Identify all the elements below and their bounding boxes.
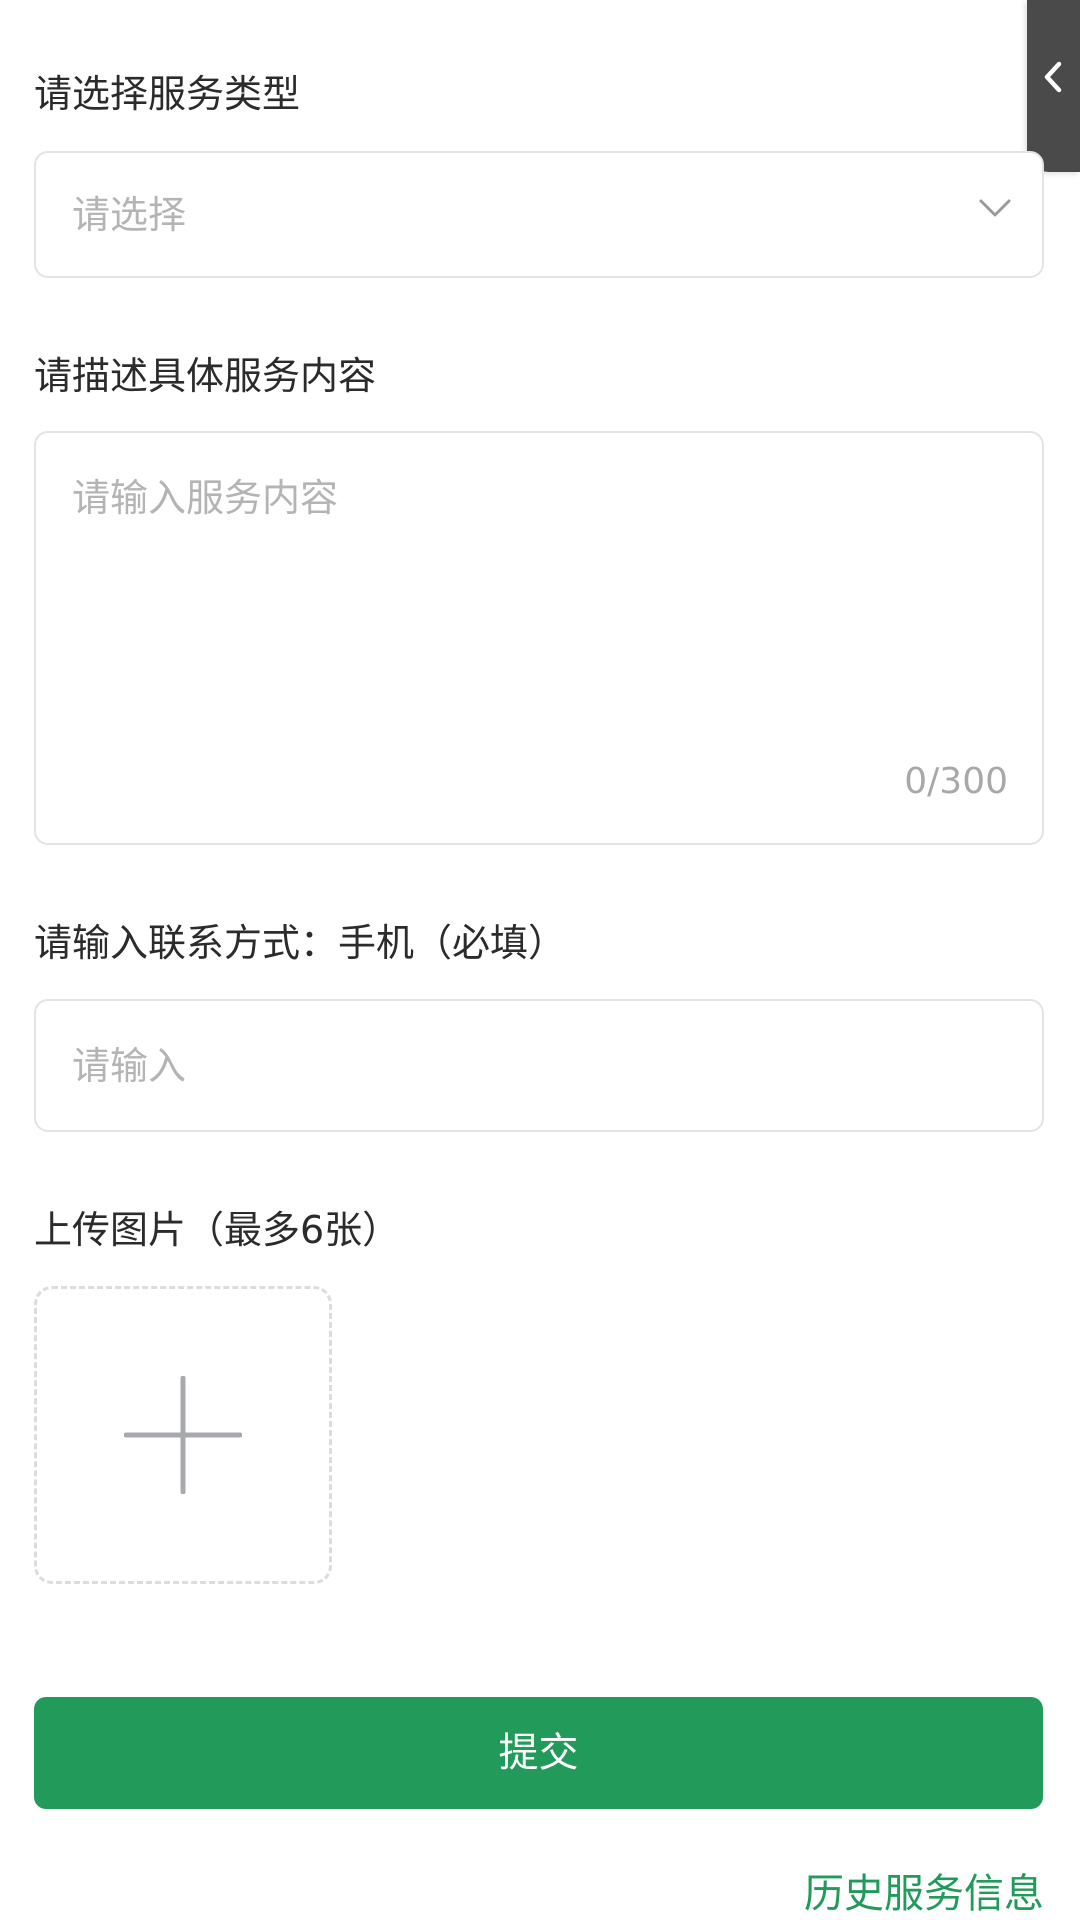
service-type-placeholder: 请选择: [72, 193, 187, 237]
service-type-label: 请选择服务类型: [34, 72, 301, 116]
plus-icon: [124, 1376, 242, 1494]
contact-phone-placeholder: 请输入: [72, 1044, 187, 1088]
side-collapse-tab[interactable]: [1027, 0, 1080, 172]
submit-button[interactable]: 提交: [34, 1697, 1043, 1809]
service-content-textarea[interactable]: 请输入服务内容 0/300: [34, 431, 1044, 845]
service-content-placeholder: 请输入服务内容: [72, 476, 339, 520]
chevron-down-icon: [979, 199, 1011, 217]
character-counter: 0/300: [904, 761, 1008, 802]
chevron-left-icon: [1044, 61, 1062, 93]
upload-image-button[interactable]: [34, 1286, 332, 1584]
service-content-label: 请描述具体服务内容: [34, 354, 377, 398]
contact-label: 请输入联系方式：手机（必填）: [34, 921, 567, 965]
contact-phone-input[interactable]: 请输入: [34, 999, 1044, 1132]
history-service-link[interactable]: 历史服务信息: [804, 1868, 1044, 1920]
upload-label: 上传图片（最多6张）: [34, 1208, 401, 1252]
service-type-select[interactable]: 请选择: [34, 151, 1044, 278]
